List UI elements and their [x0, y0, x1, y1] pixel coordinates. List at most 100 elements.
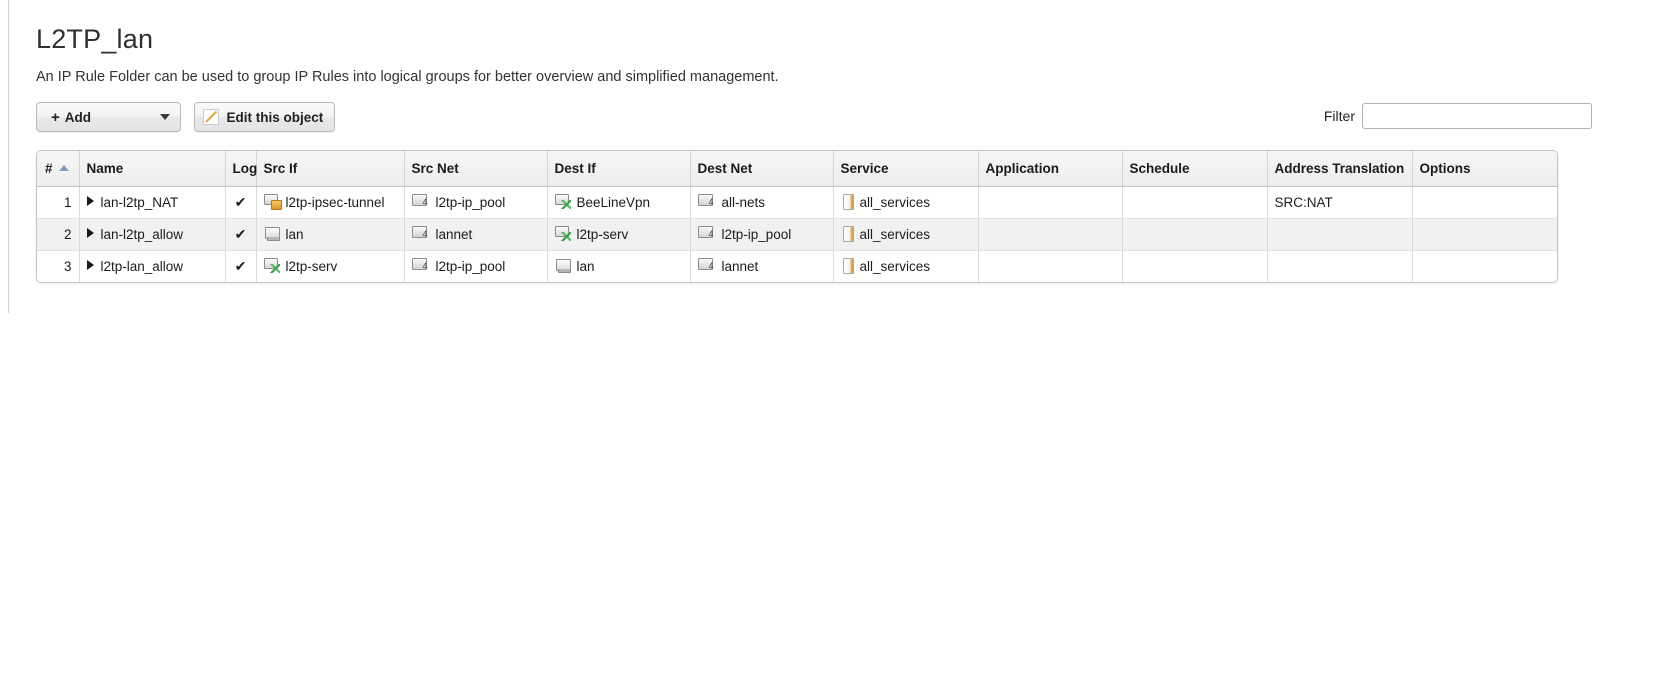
service-icon — [841, 194, 855, 209]
network-ipv4-icon — [412, 258, 431, 273]
cell-application — [978, 250, 1122, 282]
cell-dest-net: lannet — [690, 250, 833, 282]
cell-number: 2 — [37, 218, 79, 250]
cell-name-label: lan-l2tp_allow — [101, 227, 184, 242]
pencil-icon — [203, 109, 219, 125]
cell-src-net: l2tp-ip_pool — [404, 186, 547, 218]
cell-schedule — [1122, 186, 1267, 218]
cell-schedule — [1122, 250, 1267, 282]
filter-label: Filter — [1324, 108, 1355, 124]
interface-lock-icon — [264, 194, 281, 209]
network-ipv4-icon — [698, 194, 717, 209]
cell-name-label: l2tp-lan_allow — [101, 259, 184, 274]
filter-group: Filter — [1324, 103, 1592, 129]
column-header-options[interactable]: Options — [1412, 151, 1558, 186]
interface-vpn-icon — [555, 194, 572, 209]
table-row[interactable]: 2 lan-l2tp_allow ✔ lan lannet l2tp-serv … — [37, 218, 1558, 250]
cell-log: ✔ — [225, 218, 256, 250]
add-button-label: Add — [65, 110, 154, 125]
cell-address-translation — [1267, 250, 1412, 282]
cell-log: ✔ — [225, 186, 256, 218]
cell-application — [978, 186, 1122, 218]
column-header-name[interactable]: Name — [79, 151, 225, 186]
cell-log: ✔ — [225, 250, 256, 282]
chevron-down-icon[interactable] — [160, 114, 170, 120]
cell-dest-net-label: all-nets — [722, 195, 766, 210]
network-ipv4-icon — [412, 194, 431, 209]
column-header-application[interactable]: Application — [978, 151, 1122, 186]
cell-number: 3 — [37, 250, 79, 282]
cell-options — [1412, 250, 1558, 282]
column-header-schedule[interactable]: Schedule — [1122, 151, 1267, 186]
cell-schedule — [1122, 218, 1267, 250]
cell-address-translation: SRC:NAT — [1267, 186, 1412, 218]
interface-vpn-icon — [555, 226, 572, 241]
cell-name-label: lan-l2tp_NAT — [101, 195, 179, 210]
expand-triangle-icon[interactable] — [87, 196, 94, 206]
cell-service: all_services — [833, 186, 978, 218]
edit-this-object-label: Edit this object — [226, 110, 323, 125]
column-header-src-if[interactable]: Src If — [256, 151, 404, 186]
left-panel-edge — [0, 0, 2, 313]
cell-name[interactable]: l2tp-lan_allow — [79, 250, 225, 282]
column-header-number-label: # — [45, 161, 53, 176]
ip-rules-table-container: # Name Log Src If Src Net Dest If Dest N… — [36, 150, 1558, 283]
cell-src-net-label: l2tp-ip_pool — [436, 259, 506, 274]
network-ipv4-icon — [698, 226, 717, 241]
cell-src-net: lannet — [404, 218, 547, 250]
cell-application — [978, 218, 1122, 250]
cell-src-if: lan — [256, 218, 404, 250]
cell-src-if: l2tp-ipsec-tunnel — [256, 186, 404, 218]
cell-name[interactable]: lan-l2tp_allow — [79, 218, 225, 250]
cell-dest-net: all-nets — [690, 186, 833, 218]
main-content: L2TP_lan An IP Rule Folder can be used t… — [36, 0, 1671, 680]
cell-dest-if: lan — [547, 250, 690, 282]
cell-src-net: l2tp-ip_pool — [404, 250, 547, 282]
cell-src-if-label: l2tp-ipsec-tunnel — [286, 195, 385, 210]
cell-src-net-label: l2tp-ip_pool — [436, 195, 506, 210]
cell-service: all_services — [833, 250, 978, 282]
cell-dest-if-label: BeeLineVpn — [577, 195, 651, 210]
column-header-dest-net[interactable]: Dest Net — [690, 151, 833, 186]
expand-triangle-icon[interactable] — [87, 260, 94, 270]
column-header-src-net[interactable]: Src Net — [404, 151, 547, 186]
column-header-log[interactable]: Log — [225, 151, 256, 186]
column-header-number[interactable]: # — [37, 151, 79, 186]
cell-src-net-label: lannet — [436, 227, 473, 242]
table-row[interactable]: 1 lan-l2tp_NAT ✔ l2tp-ipsec-tunnel l2tp-… — [37, 186, 1558, 218]
interface-icon — [264, 226, 281, 241]
network-ipv4-icon — [412, 226, 431, 241]
plus-icon: + — [51, 109, 60, 126]
cell-options — [1412, 218, 1558, 250]
cell-name[interactable]: lan-l2tp_NAT — [79, 186, 225, 218]
interface-vpn-icon — [264, 258, 281, 273]
cell-dest-if-label: lan — [577, 259, 595, 274]
cell-service-label: all_services — [860, 259, 931, 274]
cell-service-label: all_services — [860, 195, 931, 210]
cell-src-if-label: l2tp-serv — [286, 259, 338, 274]
network-ipv4-icon — [698, 258, 717, 273]
column-header-address-translation[interactable]: Address Translation — [1267, 151, 1412, 186]
page-description: An IP Rule Folder can be used to group I… — [36, 69, 779, 85]
cell-dest-if-label: l2tp-serv — [577, 227, 629, 242]
expand-triangle-icon[interactable] — [87, 228, 94, 238]
cell-options — [1412, 186, 1558, 218]
sort-ascending-icon[interactable] — [59, 165, 69, 171]
interface-icon — [555, 258, 572, 273]
cell-src-if: l2tp-serv — [256, 250, 404, 282]
cell-dest-if: l2tp-serv — [547, 218, 690, 250]
cell-dest-net-label: lannet — [722, 259, 759, 274]
table-row[interactable]: 3 l2tp-lan_allow ✔ l2tp-serv l2tp-ip_poo… — [37, 250, 1558, 282]
cell-address-translation — [1267, 218, 1412, 250]
toolbar: + Add Edit this object — [36, 102, 335, 132]
page-title: L2TP_lan — [36, 24, 153, 55]
cell-dest-net: l2tp-ip_pool — [690, 218, 833, 250]
edit-this-object-button[interactable]: Edit this object — [194, 102, 335, 132]
column-header-dest-if[interactable]: Dest If — [547, 151, 690, 186]
table-header-row: # Name Log Src If Src Net Dest If Dest N… — [37, 151, 1558, 186]
column-header-service[interactable]: Service — [833, 151, 978, 186]
cell-src-if-label: lan — [286, 227, 304, 242]
add-button[interactable]: + Add — [36, 102, 181, 132]
filter-input[interactable] — [1362, 103, 1592, 129]
service-icon — [841, 258, 855, 273]
